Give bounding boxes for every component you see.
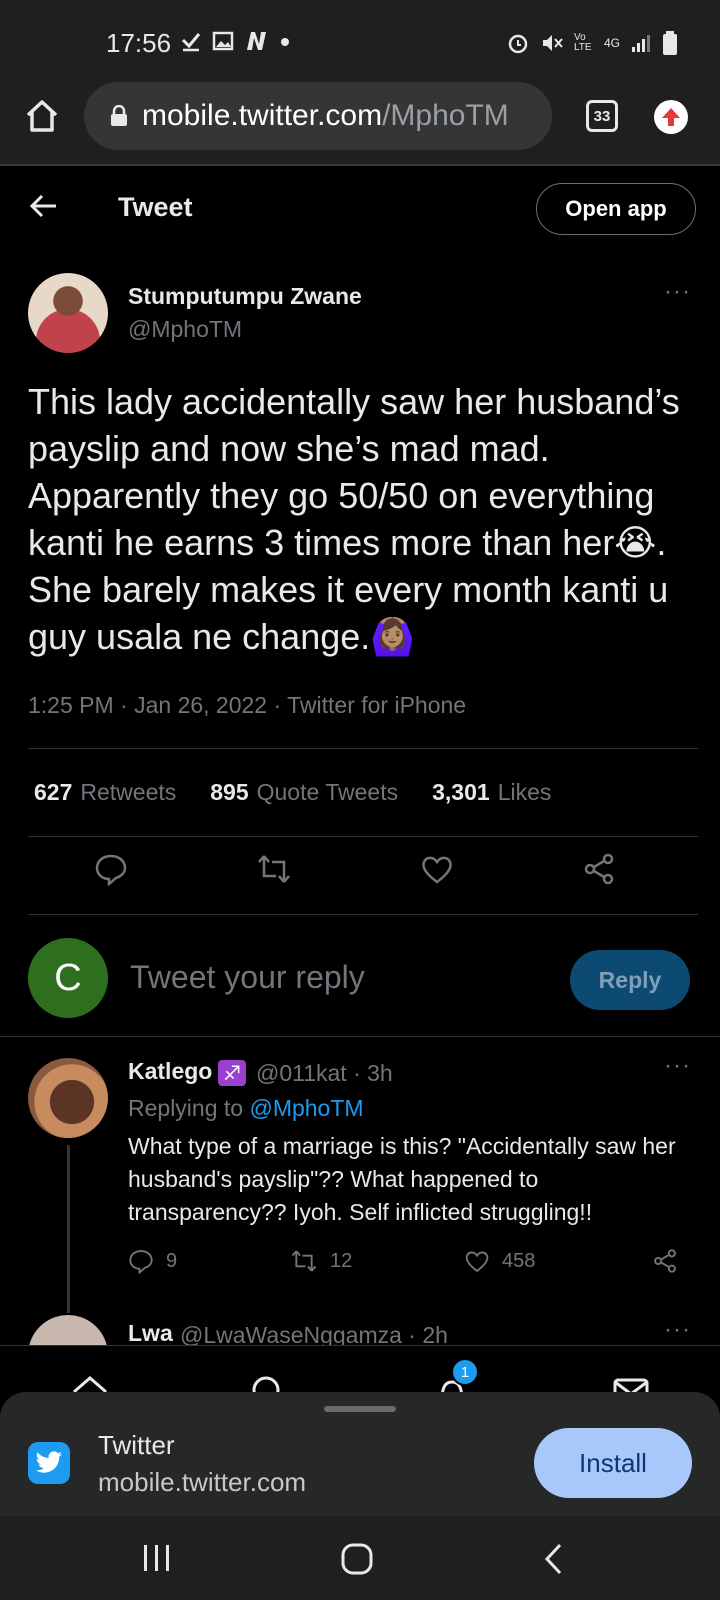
reply-input[interactable]: Tweet your reply [130, 959, 365, 996]
reply-actions: 9 12 458 [128, 1248, 698, 1278]
signal-icon [632, 35, 650, 52]
replying-prefix: Replying to [128, 1095, 250, 1121]
app-name: Twitter [98, 1430, 175, 1460]
reply-count: 9 [166, 1249, 178, 1272]
sheet-drag-handle[interactable] [324, 1406, 396, 1412]
quotes-label: Quote Tweets [256, 779, 399, 805]
reply-reply-action[interactable]: 9 [128, 1248, 177, 1274]
quotes-stat[interactable]: 895 Quote Tweets [210, 779, 398, 806]
tweet-text: This lady accidentally saw her husband’s… [28, 381, 680, 657]
like-icon [465, 1251, 489, 1273]
netflix-icon [247, 32, 266, 50]
back-arrow-icon[interactable] [28, 190, 60, 222]
app-url: mobile.twitter.com [98, 1467, 307, 1497]
image-icon [212, 31, 234, 51]
notification-badge: 1 [451, 1358, 479, 1386]
back-button-icon[interactable] [542, 1542, 566, 1576]
divider [0, 1036, 720, 1037]
reply-like-action[interactable]: 458 [464, 1248, 535, 1274]
divider [28, 836, 698, 837]
alarm-icon [508, 34, 528, 54]
status-right-icons: Vo LTE 4G [506, 30, 678, 56]
reply-icon[interactable] [94, 852, 128, 886]
share-icon [654, 1249, 676, 1273]
replying-to: Replying to @MphoTM [128, 1095, 364, 1122]
author-handle[interactable]: @MphoTM [128, 316, 242, 343]
thread-line [67, 1145, 70, 1313]
open-app-button[interactable]: Open app [536, 183, 696, 235]
likes-count: 3,301 [432, 779, 490, 805]
retweet-count: 12 [330, 1249, 353, 1272]
reply-retweet-action[interactable]: 12 [290, 1248, 352, 1274]
reply-text: What type of a marriage is this? "Accide… [128, 1133, 676, 1225]
user-avatar: C [28, 938, 108, 1018]
page-title: Tweet [118, 192, 193, 222]
url-text: mobile.twitter.com/MphoTM [142, 99, 509, 133]
reply-share-action[interactable] [652, 1248, 678, 1274]
likes-label: Likes [497, 779, 552, 805]
url-bar[interactable]: mobile.twitter.com/MphoTM [84, 82, 552, 150]
check-icon [181, 33, 201, 52]
retweets-count: 627 [34, 779, 73, 805]
tweet-stats: 627 Retweets 895 Quote Tweets 3,301 Likes [34, 779, 551, 806]
update-button[interactable] [654, 100, 688, 134]
author-name[interactable]: Stumputumpu Zwane [128, 283, 362, 310]
retweet-icon[interactable] [256, 852, 292, 886]
twitter-logo-icon [28, 1442, 70, 1484]
4g-icon: 4G [603, 36, 620, 50]
divider [28, 748, 698, 749]
divider [28, 914, 698, 915]
arrow-up-icon [662, 108, 680, 126]
url-path: /MphoTM [382, 99, 509, 132]
retweets-stat[interactable]: 627 Retweets [34, 779, 176, 806]
reply-more-button[interactable]: ··· [664, 1052, 691, 1080]
replying-to-link[interactable]: @MphoTM [249, 1095, 363, 1121]
browser-toolbar: mobile.twitter.com/MphoTM 33 [0, 82, 720, 166]
battery-icon [663, 31, 677, 55]
system-nav-bar [0, 1516, 720, 1600]
tweet-meta: 1:25 PM · Jan 26, 2022 · Twitter for iPh… [28, 692, 467, 718]
like-icon[interactable] [420, 852, 454, 886]
reply2-more-button[interactable]: ··· [664, 1316, 691, 1344]
recent-apps-icon[interactable] [140, 1542, 174, 1574]
reply2-author-name[interactable]: Lwa [128, 1320, 173, 1347]
mute-icon [542, 35, 563, 51]
reply-author-name[interactable]: Katlego [128, 1058, 212, 1085]
share-icon[interactable] [582, 852, 616, 886]
url-host: mobile.twitter.com [142, 99, 383, 132]
tab-switcher-button[interactable]: 33 [586, 100, 618, 132]
tweet-actions [28, 852, 698, 902]
reply-button[interactable]: Reply [570, 950, 690, 1010]
status-time: 17:56 [106, 28, 172, 58]
author-avatar[interactable] [28, 273, 108, 353]
retweet-icon [291, 1250, 317, 1272]
volte-icon: Vo LTE [573, 32, 592, 53]
likes-stat[interactable]: 3,301 Likes [432, 779, 551, 806]
install-button[interactable]: Install [534, 1428, 692, 1498]
home-button-icon[interactable] [340, 1542, 374, 1576]
reply-avatar[interactable] [28, 1058, 108, 1138]
like-count: 458 [502, 1249, 536, 1272]
lock-icon [111, 105, 127, 126]
reply-icon [129, 1250, 153, 1274]
dot-icon [281, 38, 289, 46]
status-left-icons [180, 30, 290, 52]
retweets-label: Retweets [80, 779, 177, 805]
home-icon[interactable] [24, 98, 60, 134]
reply-handle-time[interactable]: @011kat · 3h [256, 1060, 393, 1087]
sagittarius-emoji: ♐ [218, 1060, 246, 1086]
quotes-count: 895 [210, 779, 249, 805]
more-options-button[interactable]: ··· [664, 278, 691, 306]
